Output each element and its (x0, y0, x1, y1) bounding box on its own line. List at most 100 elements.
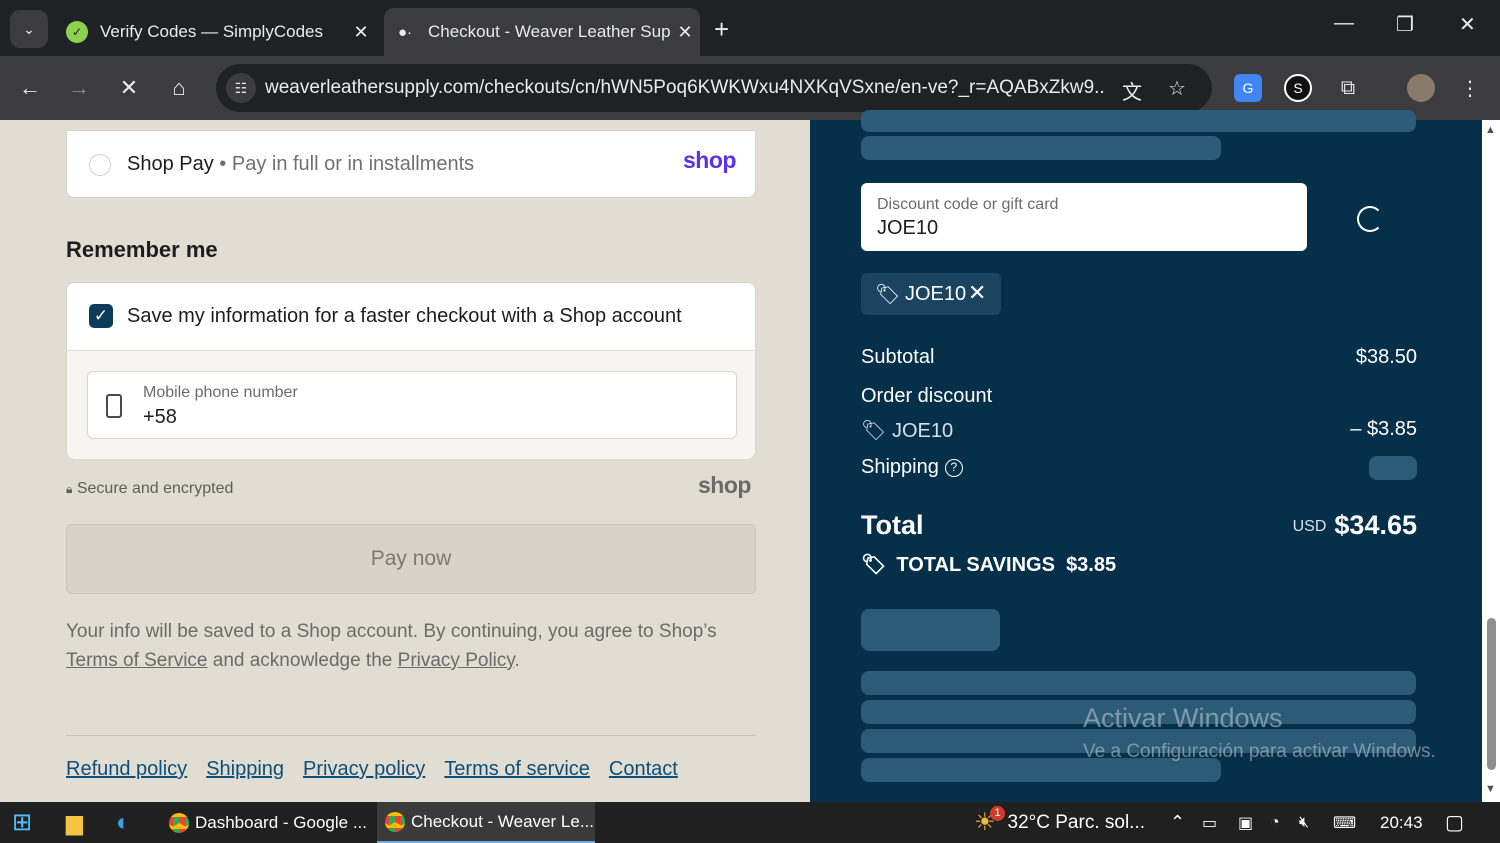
phone-field-value[interactable]: +58 (143, 406, 177, 429)
applied-discount-chip: 🏷︎ JOE10 ✕ (861, 273, 1001, 315)
close-tab-icon[interactable]: ✕ (346, 22, 376, 43)
phone-field-label: Mobile phone number (143, 384, 298, 401)
extensions-puzzle-icon[interactable]: ⧉ (1334, 74, 1362, 102)
tag-icon: 🏷︎ (861, 420, 887, 442)
tag-icon: 🏷︎ (875, 284, 901, 306)
discount-code-line: 🏷︎ JOE10 (861, 420, 954, 442)
secure-encrypted-note: 🔒︎ Secure and encrypted (66, 480, 234, 497)
footer-links: Refund policy Shipping Privacy policy Te… (66, 758, 678, 781)
meet-now-icon[interactable]: ▣ (1238, 802, 1253, 843)
home-icon[interactable]: ⌂ (163, 72, 195, 104)
close-tab-icon[interactable]: ✕ (670, 22, 700, 43)
stop-loading-icon[interactable]: ✕ (113, 72, 145, 104)
footer-link-contact[interactable]: Contact (609, 758, 678, 781)
phone-section: Mobile phone number +58 (67, 351, 755, 459)
keyboard-icon[interactable]: ⌨ (1333, 802, 1356, 843)
file-explorer-icon[interactable]: ▆ (66, 802, 83, 843)
tab-simplycodes[interactable]: ✓ Verify Codes — SimplyCodes ✕ (56, 8, 376, 56)
shop-logo: shop (698, 472, 751, 498)
google-translate-extension-icon[interactable]: G (1234, 74, 1262, 102)
page-scrollbar[interactable]: ▲ ▼ (1482, 120, 1500, 802)
discount-field-value[interactable]: JOE10 (877, 217, 938, 240)
order-summary: Discount code or gift card JOE10 🏷︎ JOE1… (810, 110, 1482, 802)
site-settings-icon[interactable]: ☷ (226, 73, 256, 103)
discount-field-label: Discount code or gift card (877, 196, 1059, 213)
weather-widget[interactable]: ☀ 1 32°C Parc. sol... (974, 802, 1145, 843)
notifications-icon[interactable]: ▢ (1445, 802, 1464, 843)
remove-discount-icon[interactable]: ✕ (968, 280, 986, 306)
lock-icon: 🔒︎ (66, 482, 73, 496)
windows-taskbar: ⊞ ▆ ◐ Dashboard - Google ... Checkout - … (0, 802, 1500, 843)
scroll-up-arrow-icon[interactable]: ▲ (1485, 124, 1496, 136)
subtotal-value: $38.50 (1355, 346, 1417, 368)
volume-muted-icon[interactable]: 🔇︎ (1299, 802, 1309, 843)
taskbar-app-dashboard[interactable]: Dashboard - Google ... (161, 802, 371, 843)
edge-icon[interactable]: ◐ (116, 802, 131, 843)
tab-search-button[interactable]: ⌄ (10, 10, 48, 48)
simplycodes-extension-icon[interactable]: S (1284, 74, 1312, 102)
subtotal-label: Subtotal (861, 346, 935, 368)
translate-icon[interactable]: 文 (1122, 76, 1142, 105)
footer-link-shipping[interactable]: Shipping (206, 758, 284, 781)
footer-divider (66, 735, 756, 736)
battery-icon[interactable]: ▭ (1202, 802, 1217, 843)
mobile-phone-field[interactable]: Mobile phone number +58 (87, 371, 737, 439)
show-hidden-icons-chevron-icon[interactable]: ⌃ (1170, 802, 1185, 843)
tab-strip: ⌄ ✓ Verify Codes — SimplyCodes ✕ ●· Chec… (0, 0, 1500, 56)
more-menu-icon[interactable]: ⋮ (1456, 74, 1484, 102)
order-discount-label: Order discount (861, 385, 993, 407)
chevron-down-icon: ⌄ (23, 20, 35, 37)
weather-alert-badge: 1 (990, 806, 1005, 821)
taskbar-app-checkout[interactable]: Checkout - Weaver Le... (377, 802, 595, 843)
chrome-icon (169, 812, 189, 833)
wifi-icon[interactable]: ◔ (1270, 802, 1280, 843)
save-info-checkbox[interactable]: ✓ (89, 304, 113, 328)
profile-avatar[interactable] (1407, 74, 1435, 102)
applied-code: JOE10 (905, 283, 967, 305)
forward-arrow-icon[interactable]: → (63, 72, 95, 104)
url-text[interactable]: weaverleathersupply.com/checkouts/cn/hWN… (265, 77, 1105, 99)
bookmark-star-icon[interactable]: ☆ (1168, 76, 1186, 101)
discount-code-field[interactable]: Discount code or gift card JOE10 (861, 183, 1307, 251)
tab-checkout[interactable]: ●· Checkout - Weaver Leather Sup ✕ (384, 8, 700, 56)
scrollbar-thumb[interactable] (1487, 618, 1496, 770)
discount-amount: – $3.85 (1350, 418, 1417, 440)
shipping-row: Shipping? (861, 456, 1417, 482)
checkout-main-column: Shop Pay • Pay in full or in installment… (0, 120, 810, 802)
tags-icon: 🏷︎ (861, 554, 887, 576)
loading-skeleton (861, 609, 1000, 651)
help-circle-icon[interactable]: ? (944, 459, 963, 477)
clock-time[interactable]: 20:43 (1380, 802, 1423, 843)
tab-title: Checkout - Weaver Leather Sup (428, 22, 670, 41)
shop-pay-logo: shop (683, 147, 736, 173)
chrome-icon (385, 811, 405, 832)
total-savings: 🏷︎ TOTAL SAVINGS $3.85 (861, 554, 1117, 576)
footer-link-refund-policy[interactable]: Refund policy (66, 758, 187, 781)
restore-icon[interactable]: ❐ (1396, 12, 1414, 37)
shop-pay-label: Shop Pay • Pay in full or in installment… (127, 153, 475, 175)
shipping-label: Shipping? (861, 456, 963, 479)
legal-text: Your info will be saved to a Shop accoun… (66, 621, 717, 671)
scroll-down-arrow-icon[interactable]: ▼ (1485, 783, 1496, 795)
checkout-page: Shop Pay • Pay in full or in installment… (0, 110, 1500, 802)
shop-privacy-link[interactable]: Privacy Policy (398, 650, 515, 671)
shop-pay-radio[interactable] (89, 154, 111, 176)
address-bar[interactable]: ☷ weaverleathersupply.com/checkouts/cn/h… (216, 64, 1212, 112)
activate-windows-title: Activar Windows (1083, 703, 1283, 733)
total-label: Total (861, 510, 924, 540)
remember-me-card: ✓ Save my information for a faster check… (66, 282, 756, 459)
save-info-label[interactable]: Save my information for a faster checkou… (127, 305, 682, 328)
back-arrow-icon[interactable]: ← (14, 72, 46, 104)
close-window-icon[interactable]: ✕ (1459, 12, 1476, 37)
footer-link-terms-of-service[interactable]: Terms of service (444, 758, 590, 781)
loading-skeleton (861, 110, 1416, 132)
windows-start-icon[interactable]: ⊞ (12, 802, 32, 843)
pay-now-button[interactable]: Pay now (66, 524, 756, 594)
shop-terms-link[interactable]: Terms of Service (66, 650, 207, 671)
footer-link-privacy-policy[interactable]: Privacy policy (303, 758, 425, 781)
tab-title: Verify Codes — SimplyCodes (100, 22, 323, 41)
shop-pay-option[interactable]: Shop Pay • Pay in full or in installment… (66, 130, 756, 198)
loading-spinner-icon (1357, 206, 1383, 232)
new-tab-button[interactable]: + (714, 14, 729, 45)
minimize-icon[interactable]: — (1334, 12, 1354, 35)
